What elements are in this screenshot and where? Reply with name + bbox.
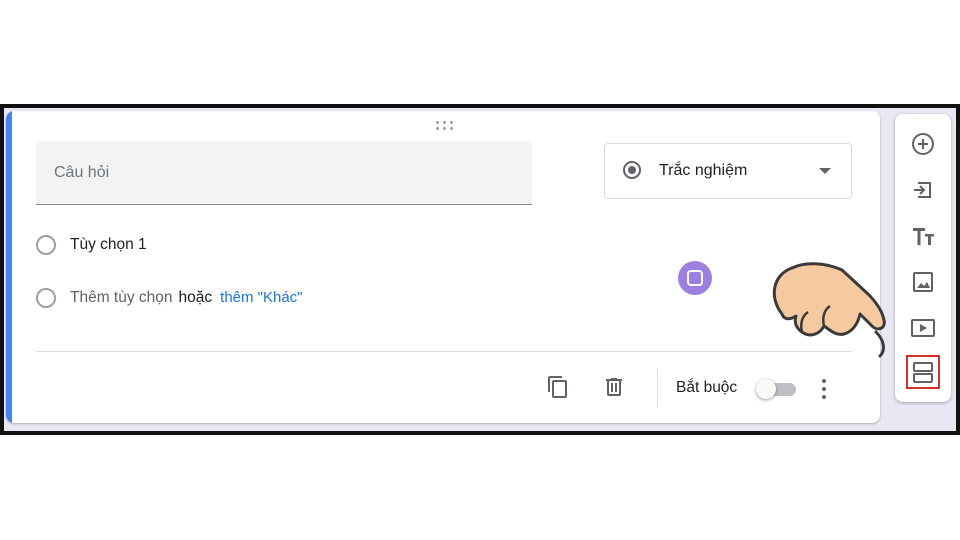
extension-badge-icon[interactable]: [678, 261, 712, 295]
add-video-icon[interactable]: [907, 312, 939, 344]
add-question-icon[interactable]: [907, 128, 939, 160]
import-questions-icon[interactable]: [907, 174, 939, 206]
more-vert-icon[interactable]: [820, 377, 828, 401]
question-placeholder: Câu hỏi: [54, 164, 110, 181]
duplicate-icon[interactable]: [546, 375, 570, 399]
option-label[interactable]: Tùy chọn 1: [70, 236, 147, 254]
drag-handle-icon[interactable]: [436, 121, 456, 133]
toggle-knob: [756, 379, 776, 399]
delete-icon[interactable]: [602, 375, 626, 399]
radio-button-icon: [623, 161, 641, 179]
radio-circle-icon: [36, 288, 56, 308]
required-label: Bắt buộc: [676, 379, 738, 396]
question-type-dropdown[interactable]: Trắc nghiệm: [604, 143, 852, 199]
question-type-label: Trắc nghiệm: [659, 162, 748, 179]
add-section-icon[interactable]: [906, 355, 940, 389]
add-image-icon[interactable]: [907, 266, 939, 298]
dropdown-arrow-icon: [819, 168, 831, 174]
add-title-icon[interactable]: [907, 220, 939, 252]
add-other-link[interactable]: thêm "Khác": [220, 289, 302, 306]
or-text: hoặc: [178, 289, 213, 306]
card-accent-bar: [6, 111, 12, 423]
radio-circle-icon: [36, 235, 56, 255]
question-input[interactable]: Câu hỏi: [36, 141, 532, 205]
add-option-input[interactable]: Thêm tùy chọn: [70, 289, 173, 306]
required-toggle[interactable]: [756, 379, 798, 399]
footer-separator: [657, 369, 658, 407]
divider: [36, 351, 852, 352]
pointing-hand-icon: [772, 262, 886, 358]
question-card[interactable]: Câu hỏi Trắc nghiệm Tùy chọn 1 Thêm tùy …: [6, 111, 880, 423]
